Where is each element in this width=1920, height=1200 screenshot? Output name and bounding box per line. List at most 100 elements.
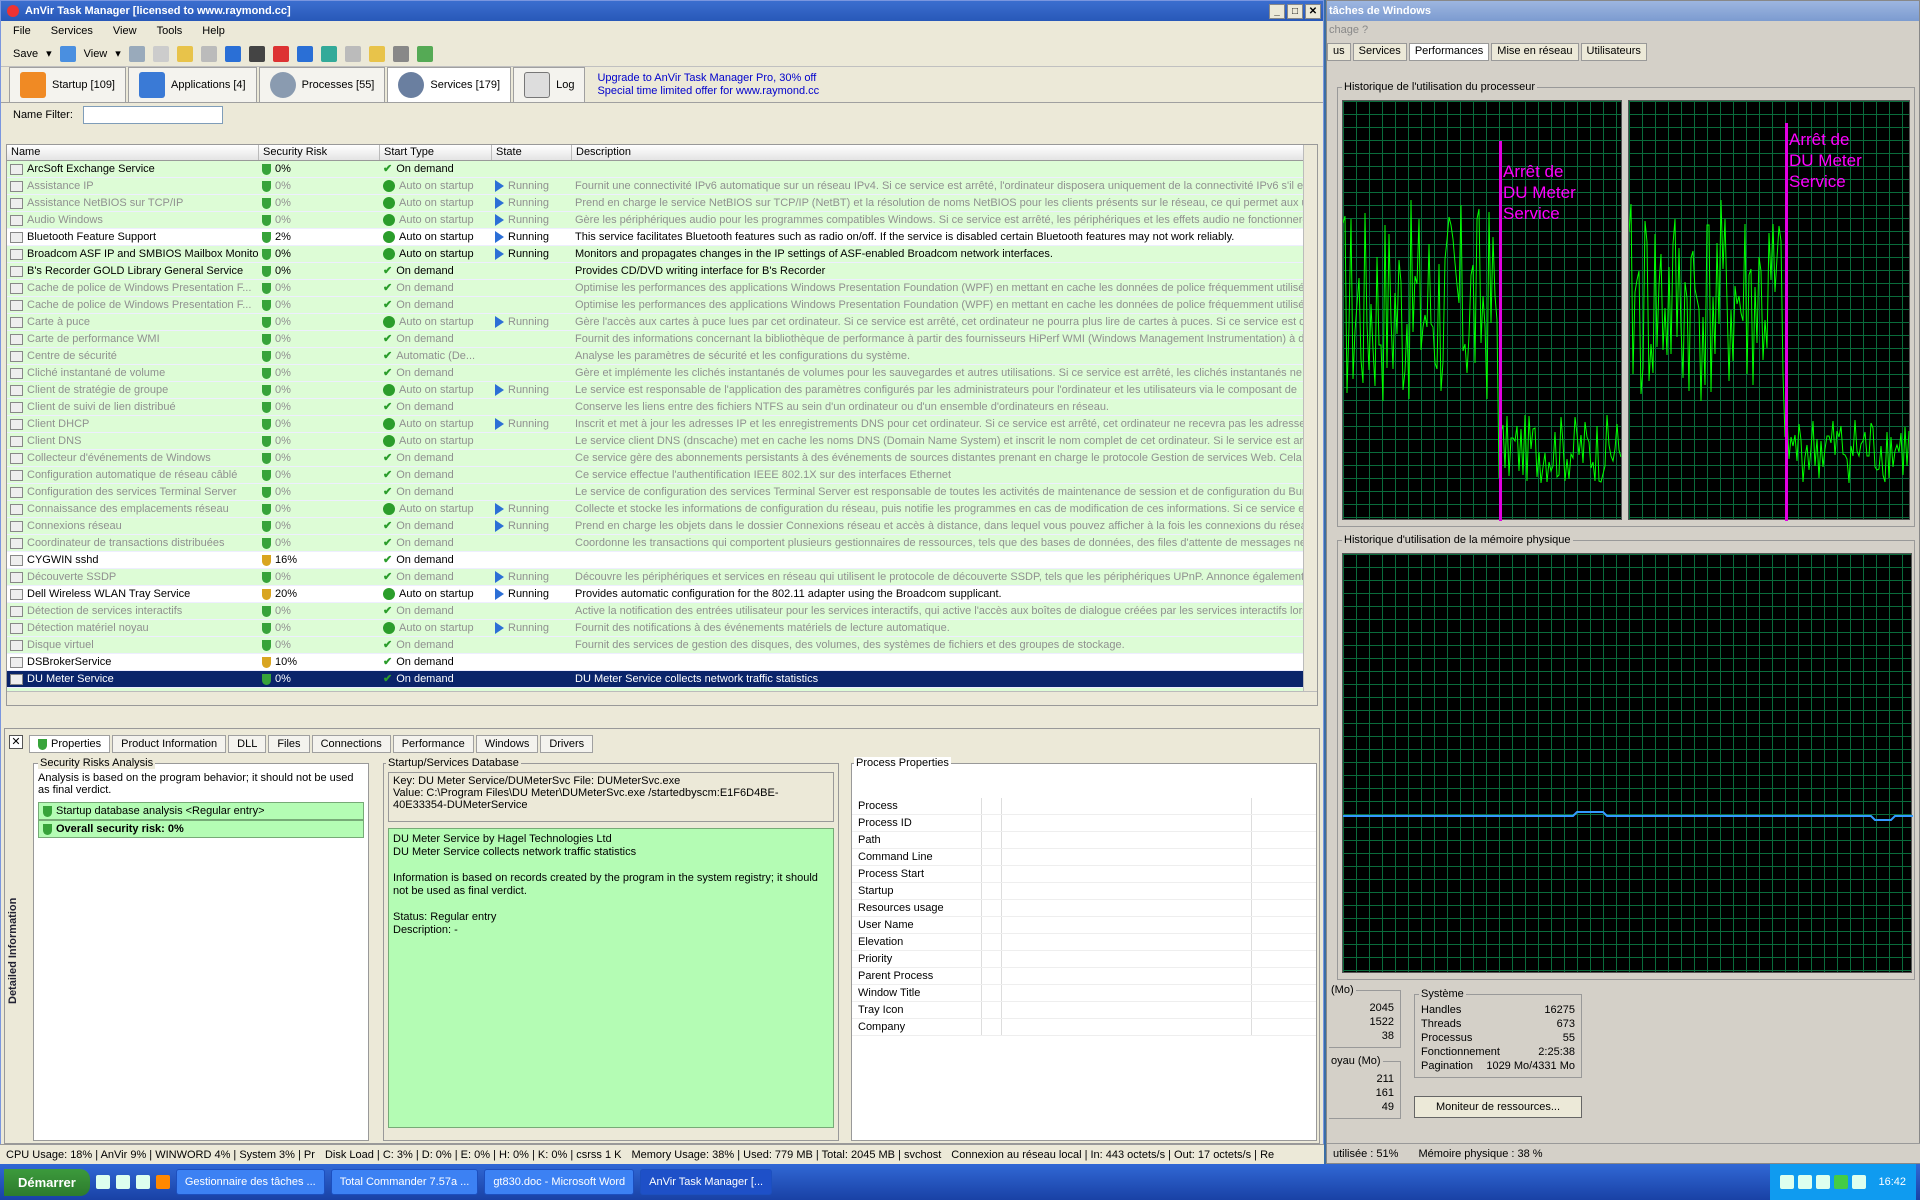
tab-tm-services[interactable]: Services [1352, 43, 1407, 61]
tray-icon[interactable] [1780, 1175, 1795, 1189]
table-row[interactable]: Client DHCP 0% Auto on startup Running Inscr… [7, 416, 1317, 433]
table-row[interactable]: Broadcom ASF IP and SMBIOS Mailbox Monit… [7, 246, 1317, 263]
table-row[interactable]: DSBrokerService 10% ✔ On demand [7, 654, 1317, 671]
tab-connections[interactable]: Connections [311, 735, 391, 753]
table-row[interactable]: Client de suivi de lien distribué 0% ✔ On d… [7, 399, 1317, 416]
table-row[interactable]: Coordinateur de transactions distribuées… [7, 535, 1317, 552]
resource-monitor-button[interactable]: Moniteur de ressources... [1414, 1096, 1582, 1118]
tray-network-icon[interactable] [1834, 1175, 1849, 1189]
table-row[interactable]: Carte à puce 0% Auto on startup Running Gère… [7, 314, 1317, 331]
table-row[interactable]: Configuration des services Terminal Serv… [7, 484, 1317, 501]
close-button[interactable]: ✕ [1305, 3, 1321, 19]
table-row[interactable]: Client DNS 0% Auto on startup Le service cl… [7, 433, 1317, 450]
tab-product-information[interactable]: Product Information [112, 735, 227, 753]
clock[interactable]: 16:42 [1878, 1176, 1906, 1188]
table-row[interactable]: Configuration automatique de réseau câbl… [7, 467, 1317, 484]
network-status[interactable]: Connexion au réseau local | In: 443 octe… [951, 1149, 1274, 1161]
table-row[interactable]: B's Recorder GOLD Library General Servic… [7, 263, 1317, 280]
start-button[interactable]: Démarrer [4, 1168, 90, 1196]
table-row[interactable]: Connaissance des emplacements réseau 0% Au… [7, 501, 1317, 518]
column-description[interactable]: Description [572, 145, 1312, 160]
tray-icon[interactable] [1798, 1175, 1813, 1189]
column-name[interactable]: Name [7, 145, 259, 160]
disk-status[interactable]: Disk Load | C: 3% | D: 0% | E: 0% | H: 0… [325, 1149, 622, 1161]
horizontal-scrollbar[interactable] [7, 691, 1317, 705]
close-detail-icon[interactable]: ✕ [9, 735, 23, 749]
settings-icon[interactable] [392, 45, 409, 62]
tab-processes[interactable]: Processes [55] [258, 67, 386, 102]
table-row[interactable]: DU Meter Service 0% ✔ On demand DU Meter Ser… [7, 671, 1317, 688]
table-row[interactable]: Dell Wireless WLAN Tray Service 20% Auto o… [7, 586, 1317, 603]
table-row[interactable]: Cache de police de Windows Presentation … [7, 280, 1317, 297]
table-row[interactable]: Collecteur d'événements de Windows 0% ✔ On … [7, 450, 1317, 467]
promo-link[interactable]: Upgrade to AnVir Task Manager Pro, 30% o… [587, 67, 819, 102]
quicklaunch-desktop-icon[interactable] [95, 1175, 110, 1189]
table-row[interactable]: Détection de services interactifs 0% ✔ On d… [7, 603, 1317, 620]
network-icon[interactable] [416, 45, 433, 62]
folder-icon[interactable] [176, 45, 193, 62]
taskbar-word[interactable]: gt830.doc - Microsoft Word [484, 1169, 635, 1195]
tab-log[interactable]: Log [513, 67, 586, 102]
tab-utilisateurs[interactable]: Utilisateurs [1580, 43, 1647, 61]
refresh-icon[interactable] [59, 45, 76, 62]
column-start-type[interactable]: Start Type [380, 145, 492, 160]
task-manager-title[interactable]: tâches de Windows [1327, 1, 1919, 21]
web-icon[interactable] [320, 45, 337, 62]
menu-services[interactable]: Services [51, 25, 93, 37]
tray-icon[interactable] [1816, 1175, 1831, 1189]
column-security-risk[interactable]: Security Risk [259, 145, 380, 160]
taskbar-task-manager[interactable]: Gestionnaire des tâches ... [175, 1169, 325, 1195]
chevron-down-icon[interactable]: ▾ [46, 47, 52, 60]
tab-dll[interactable]: DLL [228, 735, 267, 753]
menu-file[interactable]: File [13, 25, 31, 37]
jump-icon[interactable] [296, 45, 313, 62]
table-row[interactable]: Disque virtuel 0% ✔ On demand Fournit des se… [7, 637, 1317, 654]
menu-tools[interactable]: Tools [157, 25, 183, 37]
table-row[interactable]: CYGWIN sshd 16% ✔ On demand [7, 552, 1317, 569]
table-row[interactable]: Carte de performance WMI 0% ✔ On demand Four… [7, 331, 1317, 348]
table-row[interactable]: Cliché instantané de volume 0% ✔ On demand G… [7, 365, 1317, 382]
registry-icon[interactable] [368, 45, 385, 62]
menu-help[interactable]: Help [202, 25, 225, 37]
properties-icon[interactable] [152, 45, 169, 62]
tools-icon[interactable] [200, 45, 217, 62]
anvir-titlebar[interactable]: AnVir Task Manager [licensed to www.raym… [1, 1, 1323, 21]
tab-startup[interactable]: Startup [109] [9, 67, 126, 102]
search-icon[interactable] [128, 45, 145, 62]
tab-services[interactable]: Services [179] [387, 67, 512, 102]
copy-icon[interactable] [344, 45, 361, 62]
table-row[interactable]: Bluetooth Feature Support 2% Auto on start… [7, 229, 1317, 246]
chevron-down-icon[interactable]: ▾ [115, 47, 121, 60]
table-row[interactable]: Détection matériel noyau 0% Auto on startu… [7, 620, 1317, 637]
table-row[interactable]: Connexions réseau 0% ✔ On demand Running Pren… [7, 518, 1317, 535]
table-row[interactable]: Centre de sécurité 0% ✔ Automatic (De... Ana… [7, 348, 1317, 365]
table-row[interactable]: Assistance NetBIOS sur TCP/IP 0% Auto on s… [7, 195, 1317, 212]
view-button[interactable]: View [84, 48, 108, 60]
minimize-button[interactable]: _ [1269, 3, 1285, 19]
task-manager-menu[interactable]: chage ? [1327, 21, 1919, 39]
memory-status[interactable]: Memory Usage: 38% | Used: 779 MB | Total… [631, 1149, 941, 1161]
tray-volume-icon[interactable] [1852, 1175, 1867, 1189]
vertical-scrollbar[interactable] [1303, 145, 1317, 705]
column-state[interactable]: State [492, 145, 572, 160]
taskbar-anvir[interactable]: AnVir Task Manager [... [640, 1169, 773, 1195]
table-row[interactable]: Assistance IP 0% Auto on startup Running Fou… [7, 178, 1317, 195]
delete-icon[interactable] [272, 45, 289, 62]
start-service-icon[interactable] [224, 45, 241, 62]
tab-windows[interactable]: Windows [475, 735, 539, 753]
tab-performances[interactable]: Performances [1408, 43, 1490, 61]
registry-key-box[interactable]: Key: DU Meter Service/DUMeterSvc File: D… [388, 772, 834, 822]
table-row[interactable]: Client de stratégie de groupe 0% Auto on s… [7, 382, 1317, 399]
tab-drivers[interactable]: Drivers [540, 735, 594, 753]
taskbar-total-commander[interactable]: Total Commander 7.57a ... [330, 1169, 479, 1195]
save-button[interactable]: Save [13, 48, 38, 60]
table-row[interactable]: Découverte SSDP 0% ✔ On demand Running Découv… [7, 569, 1317, 586]
quicklaunch-save-icon[interactable] [115, 1175, 130, 1189]
stop-service-icon[interactable] [248, 45, 265, 62]
table-row[interactable]: ArcSoft Exchange Service 0% ✔ On demand [7, 161, 1317, 178]
table-row[interactable]: Cache de police de Windows Presentation … [7, 297, 1317, 314]
quicklaunch-firefox-icon[interactable] [155, 1175, 170, 1189]
tab-applications[interactable]: Applications [4] [128, 67, 257, 102]
tab-processus[interactable]: us [1327, 43, 1351, 61]
tab-files[interactable]: Files [268, 735, 310, 753]
